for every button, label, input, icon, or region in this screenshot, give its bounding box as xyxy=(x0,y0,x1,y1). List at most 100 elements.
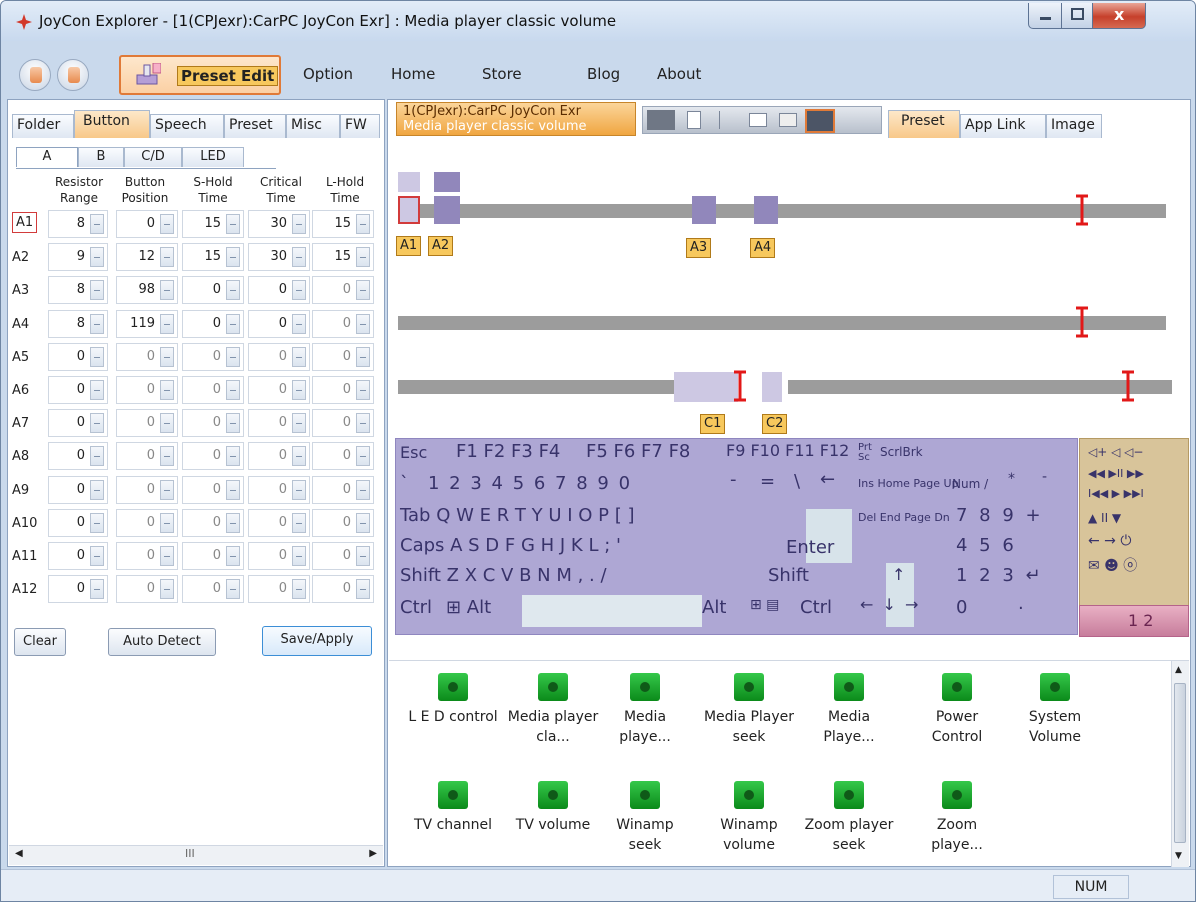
close-button[interactable]: x xyxy=(1092,3,1146,29)
value-stepper[interactable]: 119 xyxy=(116,309,178,338)
tab-preset[interactable]: Preset xyxy=(224,114,286,138)
value-stepper[interactable]: 30 xyxy=(248,210,310,238)
keys-f5-f8[interactable]: F5 F6 F7 F8 xyxy=(586,441,690,462)
key-right-shift[interactable]: Shift xyxy=(768,565,809,586)
spin-arrows-icon[interactable] xyxy=(160,479,174,500)
back-button[interactable] xyxy=(19,59,51,91)
keys-arrows[interactable]: ← ↓ → xyxy=(860,595,918,614)
value-stepper[interactable]: 0 xyxy=(116,542,178,570)
clear-button[interactable]: Clear xyxy=(14,628,66,656)
spin-arrows-icon[interactable] xyxy=(226,446,240,467)
tab-image[interactable]: Image xyxy=(1046,114,1102,138)
spin-arrows-icon[interactable] xyxy=(90,380,104,400)
menu-about[interactable]: About xyxy=(657,65,701,83)
value-stepper[interactable]: 15 xyxy=(182,243,244,272)
spin-arrows-icon[interactable] xyxy=(226,247,240,268)
spin-arrows-icon[interactable] xyxy=(160,280,174,301)
spin-arrows-icon[interactable] xyxy=(160,346,174,367)
key-enter[interactable]: Enter xyxy=(786,537,834,558)
copy-icon[interactable] xyxy=(779,113,797,127)
spin-arrows-icon[interactable] xyxy=(292,346,306,367)
power-keys[interactable]: ← → ⏻ xyxy=(1088,533,1131,549)
key-left-ctrl[interactable]: Ctrl xyxy=(400,597,432,618)
key-numpad-dot[interactable]: . xyxy=(1018,593,1024,614)
value-stepper[interactable]: 0 xyxy=(116,475,178,504)
spin-arrows-icon[interactable] xyxy=(292,479,306,500)
value-stepper[interactable]: 0 xyxy=(182,442,244,471)
value-stepper[interactable]: 0 xyxy=(48,342,108,371)
pad-page-numbers[interactable]: 1 2 xyxy=(1128,611,1153,630)
value-stepper[interactable]: 0 xyxy=(48,475,108,504)
horizontal-scrollbar[interactable]: ◀ III ▶ xyxy=(9,845,383,865)
track-group-b[interactable] xyxy=(398,316,1166,330)
spin-arrows-icon[interactable] xyxy=(226,546,240,566)
spin-arrows-icon[interactable] xyxy=(226,280,240,301)
marker-a3[interactable] xyxy=(692,196,716,224)
tab-group-cd[interactable]: C/D xyxy=(124,147,182,167)
spin-arrows-icon[interactable] xyxy=(160,546,174,566)
save-apply-button[interactable]: Save/Apply xyxy=(262,626,372,656)
key-esc[interactable]: Esc xyxy=(400,443,427,462)
tab-group-a[interactable]: A xyxy=(16,147,78,167)
value-stepper[interactable]: 0 xyxy=(248,309,310,338)
tab-group-b[interactable]: B xyxy=(78,147,124,167)
spin-arrows-icon[interactable] xyxy=(160,446,174,467)
spin-arrows-icon[interactable] xyxy=(356,247,370,268)
value-stepper[interactable]: 0 xyxy=(182,575,244,604)
keys-f1-f4[interactable]: F1 F2 F3 F4 xyxy=(456,441,560,462)
value-stepper[interactable]: 0 xyxy=(248,475,310,504)
value-stepper[interactable]: 0 xyxy=(248,342,310,371)
keys-num-divide[interactable]: Num / xyxy=(952,477,988,491)
forward-button[interactable] xyxy=(57,59,89,91)
marker-a4[interactable] xyxy=(754,196,778,224)
tab-group-led[interactable]: LED xyxy=(182,147,244,167)
key-scroll-break[interactable]: ScrlBrk xyxy=(880,445,923,459)
value-stepper[interactable]: 0 xyxy=(248,409,310,438)
scroll-left-icon[interactable]: ◀ xyxy=(15,848,23,859)
value-stepper[interactable]: 0 xyxy=(116,376,178,404)
value-stepper[interactable]: 0 xyxy=(116,575,178,604)
frame-icon[interactable] xyxy=(749,113,767,127)
menu-store[interactable]: Store xyxy=(482,65,522,83)
maximize-button[interactable] xyxy=(1061,3,1093,29)
spin-arrows-icon[interactable] xyxy=(292,313,306,334)
spin-arrows-icon[interactable] xyxy=(356,512,370,533)
value-stepper[interactable]: 0 xyxy=(312,442,374,471)
fit-width-icon[interactable] xyxy=(805,109,835,133)
value-stepper[interactable]: 0 xyxy=(182,342,244,371)
value-stepper[interactable]: 0 xyxy=(248,376,310,404)
spin-arrows-icon[interactable] xyxy=(160,380,174,400)
spin-arrows-icon[interactable] xyxy=(90,214,104,234)
keys-shift-row[interactable]: Shift Z X C V B N M , . / xyxy=(400,565,607,586)
value-stepper[interactable]: 0 xyxy=(48,575,108,604)
value-stepper[interactable]: 0 xyxy=(48,409,108,438)
value-stepper[interactable]: 0 xyxy=(48,442,108,471)
spin-arrows-icon[interactable] xyxy=(160,247,174,268)
key-right-ctrl[interactable]: Ctrl xyxy=(800,597,832,618)
vertical-scrollbar[interactable]: ▲ ▼ xyxy=(1171,661,1189,867)
value-stepper[interactable]: 0 xyxy=(312,342,374,371)
spin-arrows-icon[interactable] xyxy=(226,313,240,334)
marker-a1[interactable] xyxy=(398,196,420,224)
spin-arrows-icon[interactable] xyxy=(292,546,306,566)
preset-item[interactable]: Zoom player seek xyxy=(803,781,895,855)
menu-option[interactable]: Option xyxy=(303,65,353,83)
preset-item[interactable]: System Volume xyxy=(1009,673,1101,747)
mail-keys[interactable]: ✉ ☻ ⓞ xyxy=(1088,555,1137,575)
spin-arrows-icon[interactable] xyxy=(90,446,104,467)
track-group-c-left[interactable] xyxy=(398,380,674,394)
spin-arrows-icon[interactable] xyxy=(160,512,174,533)
keys-ins-home-pgup[interactable]: Ins Home Page Up xyxy=(858,477,959,490)
value-stepper[interactable]: 0 xyxy=(116,508,178,537)
track-group-a[interactable] xyxy=(398,204,1166,218)
seek-keys[interactable]: ◀◀ ▶II ▶▶ xyxy=(1088,467,1144,480)
key-minus[interactable]: - xyxy=(730,469,737,490)
device-tab[interactable]: 1(CPJexr):CarPC JoyCon Exr Media player … xyxy=(396,102,636,136)
preset-item[interactable]: Winamp seek xyxy=(599,781,691,855)
key-backspace[interactable]: ← xyxy=(820,469,835,490)
preset-item[interactable]: Media player cla... xyxy=(507,673,599,747)
value-stepper[interactable]: 30 xyxy=(248,243,310,272)
key-right-alt[interactable]: Alt xyxy=(702,597,726,618)
value-stepper[interactable]: 0 xyxy=(182,276,244,305)
value-stepper[interactable]: 0 xyxy=(312,475,374,504)
